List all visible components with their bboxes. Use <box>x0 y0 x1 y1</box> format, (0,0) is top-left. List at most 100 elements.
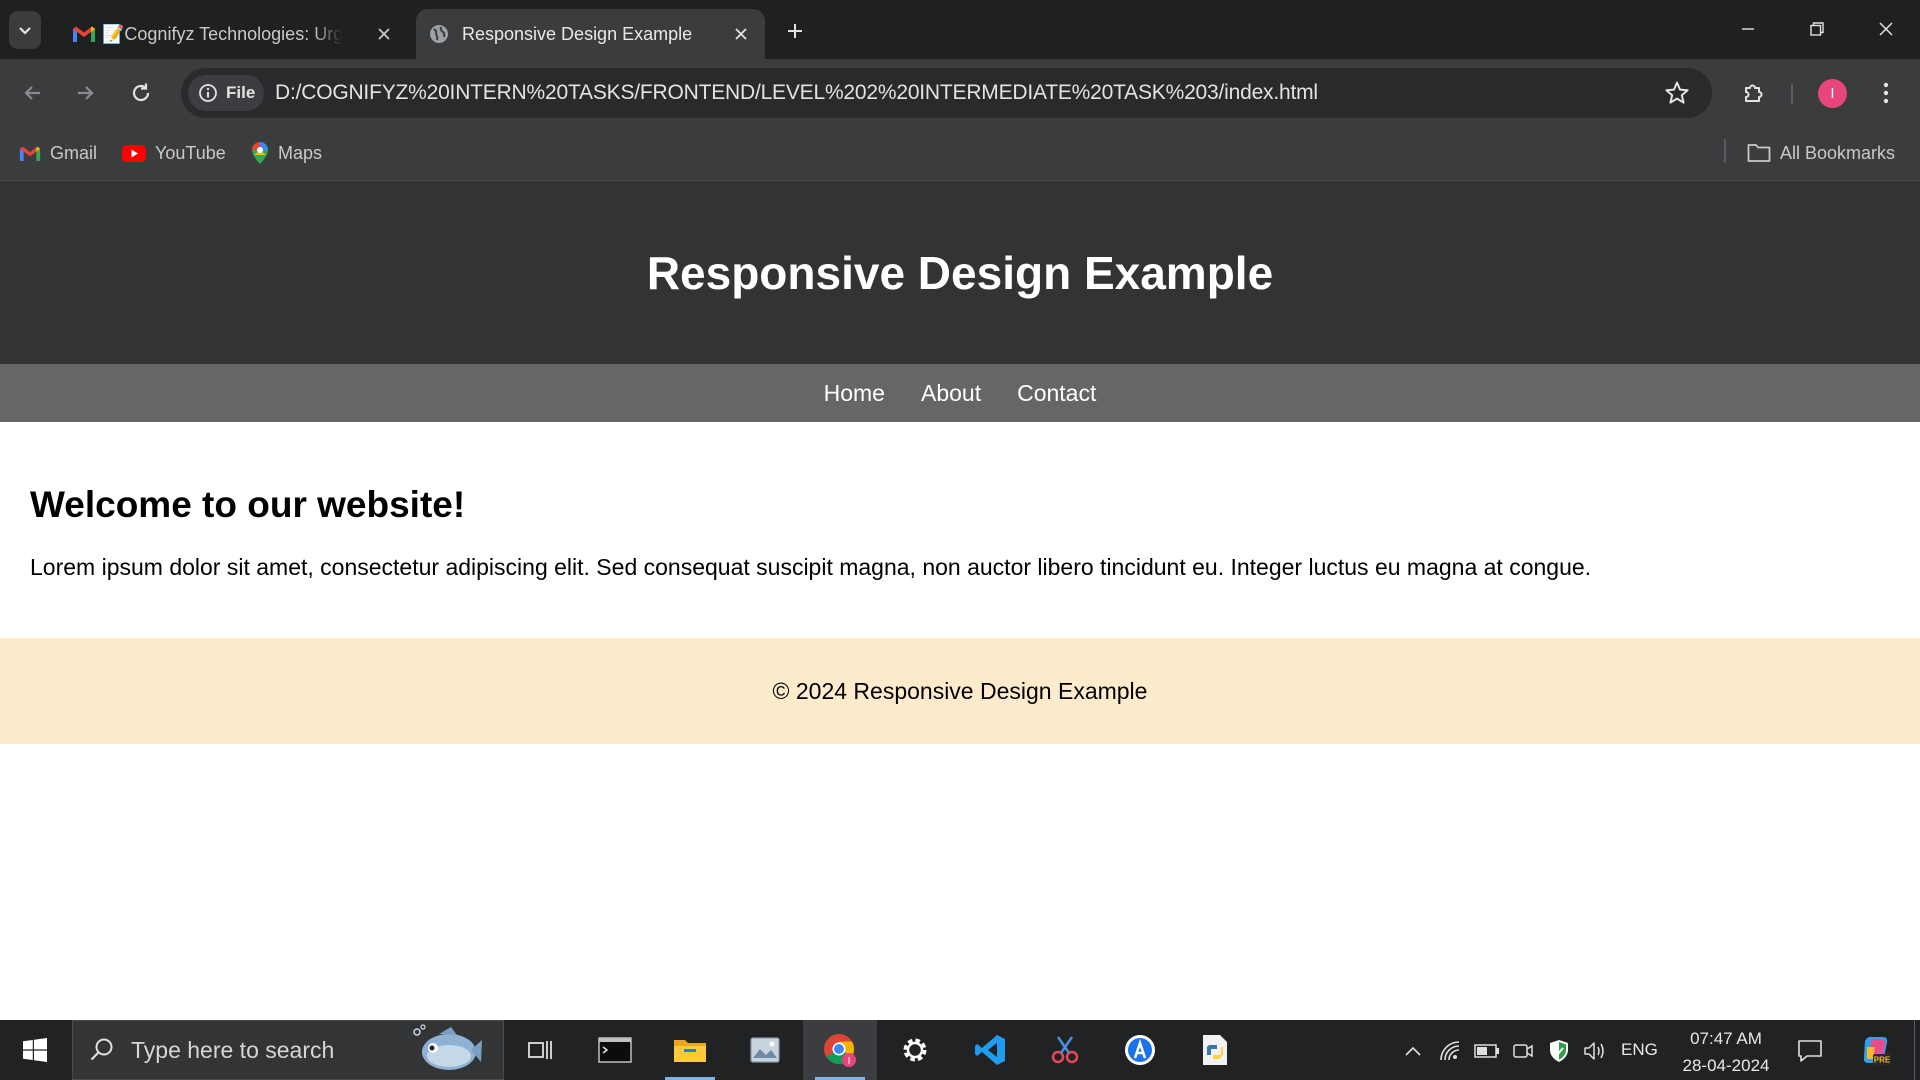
svg-text:I: I <box>848 1056 851 1067</box>
tab-cognifyz[interactable]: 📝Cognifyz Technologies: Urgent <box>58 9 408 59</box>
notifications-button[interactable] <box>1797 1038 1823 1064</box>
network-tray-icon[interactable] <box>1438 1038 1464 1064</box>
start-button[interactable] <box>0 1020 70 1080</box>
security-tray-icon[interactable] <box>1546 1038 1572 1064</box>
show-hidden-icons-button[interactable] <box>1400 1038 1426 1064</box>
python-file-icon <box>1203 1035 1227 1065</box>
profile-avatar[interactable]: I <box>1818 79 1847 108</box>
shield-icon <box>1550 1040 1568 1062</box>
puzzle-icon <box>1745 84 1763 102</box>
gear-icon <box>903 1038 927 1062</box>
close-icon <box>1879 22 1893 36</box>
back-button[interactable] <box>15 75 51 111</box>
intro-paragraph: Lorem ipsum dolor sit amet, consectetur … <box>30 554 1592 580</box>
close-window-button[interactable] <box>1861 9 1911 49</box>
search-highlight-fish-icon <box>413 1024 482 1070</box>
chrome-app[interactable]: I <box>803 1020 877 1080</box>
tab-title: 📝Cognifyz Technologies: Urgent <box>102 23 342 44</box>
tab-responsive-design[interactable]: Responsive Design Example <box>416 9 765 59</box>
task-view-button[interactable] <box>503 1020 577 1080</box>
clock-date: 28-04-2024 <box>1682 1056 1770 1075</box>
menu-button[interactable] <box>1868 75 1904 111</box>
battery-tray-icon[interactable] <box>1474 1038 1500 1064</box>
tab-title: Responsive Design Example <box>462 23 693 44</box>
image-viewer-icon <box>750 1037 780 1063</box>
plus-icon <box>788 24 802 38</box>
restore-icon <box>1810 22 1824 36</box>
language-indicator[interactable]: ENG <box>1621 1040 1658 1060</box>
vscode-app[interactable] <box>953 1020 1027 1080</box>
minimize-button[interactable] <box>1723 9 1773 49</box>
chevron-down-icon <box>19 27 31 35</box>
page-title: Responsive Design Example <box>646 246 1274 299</box>
bookmark-star-icon[interactable] <box>1664 80 1690 106</box>
restore-button[interactable] <box>1792 9 1842 49</box>
settings-app[interactable] <box>878 1020 952 1080</box>
minimize-icon <box>1742 28 1754 30</box>
nav-link-home[interactable]: Home <box>824 380 885 407</box>
close-icon[interactable] <box>372 22 396 46</box>
page-header: Responsive Design Example <box>0 181 1920 364</box>
taskbar-search[interactable]: Type here to search <box>72 1020 504 1080</box>
bookmark-maps[interactable]: Maps <box>251 139 322 167</box>
bookmark-label: Gmail <box>50 142 98 163</box>
kebab-menu-icon <box>1883 82 1889 104</box>
address-bar[interactable]: File D:/COGNIFYZ%20INTERN%20TASKS/FRONTE… <box>181 68 1712 118</box>
toolbar-divider <box>1791 84 1793 104</box>
search-icon <box>90 1038 113 1061</box>
tab-strip: 📝Cognifyz Technologies: Urgent Responsiv… <box>0 0 1920 59</box>
page-footer: © 2024 Responsive Design Example <box>0 638 1920 744</box>
meet-now-tray-icon[interactable] <box>1510 1038 1536 1064</box>
all-bookmarks-button[interactable]: All Bookmarks <box>1747 139 1895 167</box>
browser-toolbar: File D:/COGNIFYZ%20INTERN%20TASKS/FRONTE… <box>0 59 1920 127</box>
python-app[interactable] <box>1178 1020 1252 1080</box>
nav-link-about[interactable]: About <box>921 380 981 407</box>
snipping-tool-app[interactable] <box>1028 1020 1102 1080</box>
copilot-button[interactable]: PRE <box>1858 1032 1894 1068</box>
folder-icon <box>674 1040 706 1062</box>
page-main: Welcome to our website! Lorem ipsum dolo… <box>30 484 1890 581</box>
nav-link-contact[interactable]: Contact <box>1017 380 1096 407</box>
show-desktop-button[interactable] <box>1914 1020 1920 1080</box>
file-explorer-app[interactable] <box>653 1020 727 1080</box>
site-info-chip[interactable]: File <box>188 75 264 111</box>
speaker-icon <box>1584 1042 1604 1060</box>
scissors-icon <box>1051 1036 1079 1064</box>
svg-text:PRE: PRE <box>1874 1056 1891 1065</box>
clock-time: 07:47 AM <box>1690 1029 1762 1048</box>
reload-icon <box>132 83 150 102</box>
reload-button[interactable] <box>123 75 159 111</box>
task-view-icon <box>528 1041 552 1059</box>
url-text[interactable]: D:/COGNIFYZ%20INTERN%20TASKS/FRONTEND/LE… <box>275 81 1318 105</box>
windows-logo-icon <box>23 1038 47 1062</box>
bookmark-gmail[interactable]: Gmail <box>19 139 97 167</box>
extensions-button[interactable] <box>1736 75 1772 111</box>
forward-button[interactable] <box>67 75 103 111</box>
bookmark-label: YouTube <box>155 142 226 163</box>
windows-taskbar: Type here to search I ENG 07:47 AM 28-04… <box>0 1020 1920 1080</box>
new-tab-button[interactable] <box>781 17 809 45</box>
close-icon[interactable] <box>729 22 753 46</box>
folder-icon <box>1747 144 1771 162</box>
bookmarks-bar: Gmail YouTube Maps All Bookmarks <box>0 127 1920 181</box>
gmail-icon <box>73 26 95 42</box>
app-store-app[interactable] <box>1103 1020 1177 1080</box>
bookmark-label: Maps <box>278 142 323 163</box>
vscode-icon <box>975 1035 1005 1065</box>
chevron-up-icon <box>1405 1046 1421 1056</box>
arrow-right-icon <box>78 86 94 100</box>
terminal-app[interactable] <box>578 1020 652 1080</box>
wifi-icon <box>1440 1041 1460 1061</box>
tab-search-button[interactable] <box>9 11 41 49</box>
photos-app[interactable] <box>728 1020 802 1080</box>
youtube-icon <box>122 144 146 162</box>
search-placeholder: Type here to search <box>131 1036 335 1063</box>
arrow-left-icon <box>24 86 40 100</box>
volume-tray-icon[interactable] <box>1582 1038 1608 1064</box>
terminal-icon <box>598 1037 632 1063</box>
bookmark-youtube[interactable]: YouTube <box>122 139 226 167</box>
clock[interactable]: 07:47 AM 28-04-2024 <box>1666 1025 1786 1079</box>
maps-icon <box>252 142 268 164</box>
notification-icon <box>1798 1040 1822 1062</box>
copilot-icon: PRE <box>1863 1036 1891 1065</box>
